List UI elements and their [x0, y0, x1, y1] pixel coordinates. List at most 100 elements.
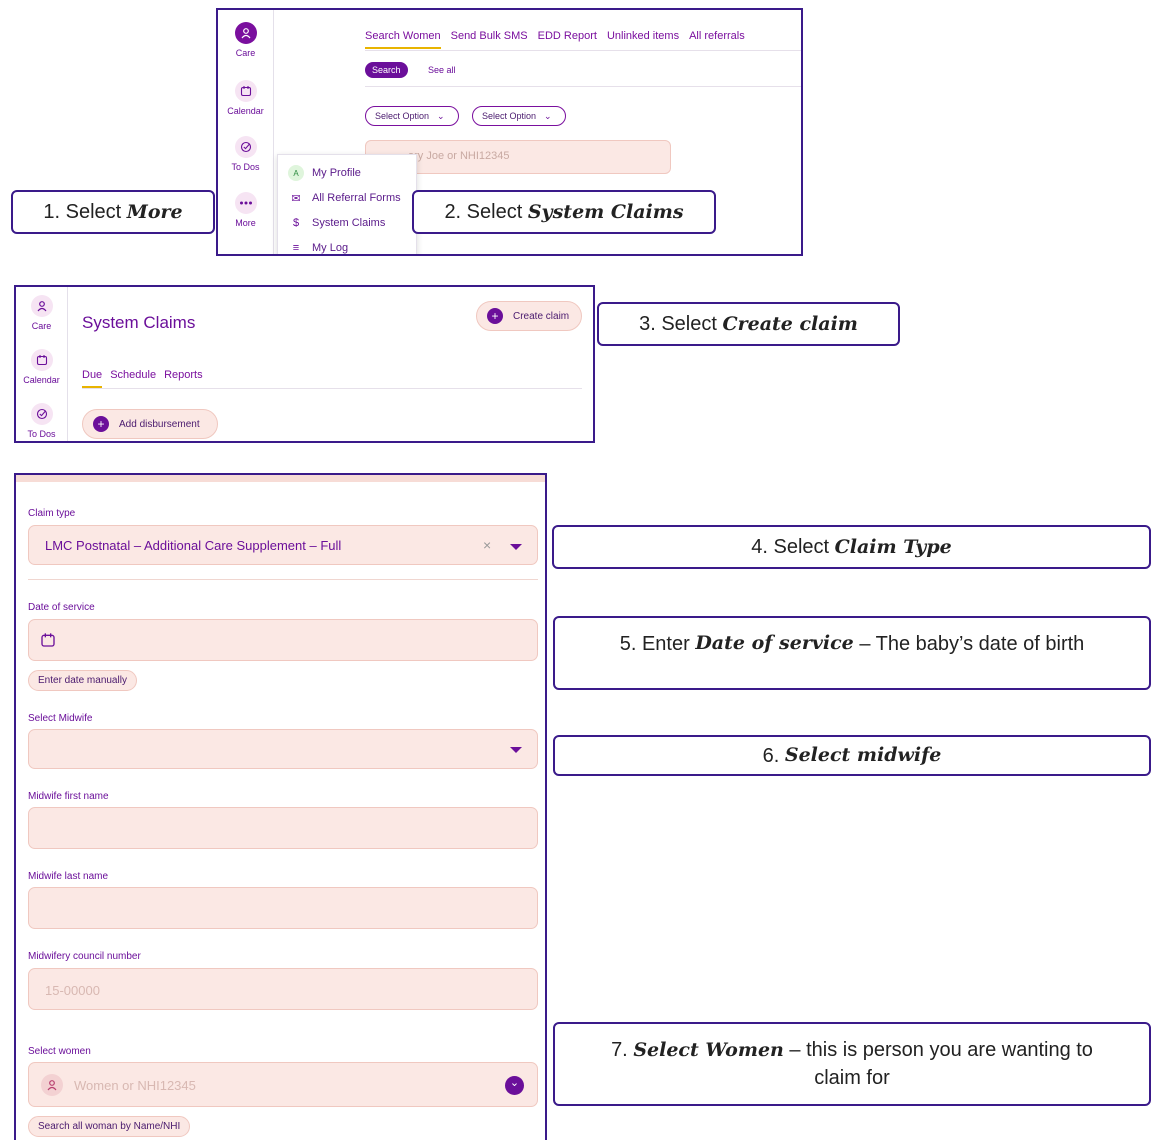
clear-icon[interactable]: × — [483, 537, 491, 553]
callout-step-1: 1. Select More — [11, 190, 215, 234]
side-nav-more[interactable]: More — [218, 192, 273, 228]
select-women-input[interactable]: Women or NHI12345 ⌄ — [28, 1062, 538, 1107]
side-nav-care[interactable]: Care — [16, 295, 67, 331]
tab-reports[interactable]: Reports — [164, 369, 203, 388]
council-placeholder: 15-00000 — [45, 983, 100, 998]
see-all-link[interactable]: See all — [428, 65, 456, 75]
callout-text: 3. Select — [639, 313, 723, 335]
midwifery-council-number-label: Midwifery council number — [28, 951, 141, 962]
midwife-first-name-input[interactable] — [28, 807, 538, 849]
side-nav-label: Care — [235, 48, 256, 58]
callout-text: 4. Select — [751, 536, 835, 558]
side-nav: Care Calendar To Dos — [16, 287, 68, 441]
enter-date-manually-button[interactable]: Enter date manually — [28, 670, 137, 691]
side-nav-calendar[interactable]: Calendar — [218, 80, 273, 116]
callout-emphasis: Select Women — [633, 1039, 784, 1061]
claim-form-panel: Claim type LMC Postnatal – Additional Ca… — [14, 473, 547, 1140]
select-midwife-dropdown[interactable] — [28, 729, 538, 769]
date-of-service-label: Date of service — [28, 602, 95, 613]
profile-initial-icon: A — [288, 165, 304, 181]
add-disbursement-button[interactable]: + Add disbursement — [82, 409, 218, 439]
midwife-last-name-input[interactable] — [28, 887, 538, 929]
calendar-icon — [30, 349, 53, 371]
care-tabs: Search Women Send Bulk SMS EDD Report Un… — [365, 30, 745, 49]
menu-item-my-profile[interactable]: A My Profile — [288, 165, 361, 181]
search-button[interactable]: Search — [365, 62, 408, 78]
plus-icon: + — [93, 416, 109, 432]
callout-text: 1. Select — [43, 201, 127, 223]
tab-search-women[interactable]: Search Women — [365, 30, 441, 49]
side-nav-calendar[interactable]: Calendar — [16, 349, 67, 385]
midwife-first-name-label: Midwife first name — [28, 791, 109, 802]
calendar-icon — [234, 80, 257, 102]
side-nav-label: More — [235, 218, 256, 228]
tabs-divider — [82, 388, 582, 389]
side-nav-label: Calendar — [227, 106, 264, 116]
chevron-down-icon: ⌄ — [544, 110, 552, 121]
side-nav: Care Calendar To Dos More — [218, 10, 274, 254]
menu-item-label: My Log — [312, 242, 349, 254]
menu-item-system-claims[interactable]: $ System Claims — [288, 215, 385, 231]
form-top-band — [16, 475, 545, 482]
menu-item-all-referral-forms[interactable]: ✉ All Referral Forms — [288, 190, 401, 206]
midwifery-council-number-input[interactable]: 15-00000 — [28, 968, 538, 1010]
menu-item-label: System Claims — [312, 217, 386, 229]
select-option-label: Select Option — [375, 111, 430, 121]
callout-line-1: 7. Select Women – this is person you are… — [611, 1036, 1093, 1064]
callout-step-2: 2. Select System Claims — [412, 190, 716, 234]
person-icon — [234, 22, 257, 44]
person-icon — [30, 295, 53, 317]
add-disbursement-label: Add disbursement — [119, 418, 200, 430]
callout-emphasis: More — [126, 200, 183, 223]
callout-text: 2. Select — [444, 201, 528, 223]
person-icon — [41, 1074, 63, 1096]
callout-text: 5. Enter — [619, 633, 696, 655]
side-nav-label: To Dos — [231, 162, 260, 172]
menu-item-my-log[interactable]: ≡ My Log — [288, 240, 349, 254]
side-nav-care[interactable]: Care — [218, 22, 273, 58]
tab-send-bulk-sms[interactable]: Send Bulk SMS — [451, 30, 528, 49]
select-women-label: Select women — [28, 1046, 91, 1057]
tab-schedule[interactable]: Schedule — [110, 369, 156, 388]
caret-down-icon — [510, 747, 522, 753]
tabs-divider — [365, 50, 801, 51]
callout-text-suffix: – this is person you are wanting to — [783, 1039, 1093, 1061]
side-nav-label: Care — [31, 321, 52, 331]
side-nav-label: Calendar — [23, 375, 60, 385]
create-claim-label: Create claim — [513, 310, 570, 322]
callout-step-5: 5. Enter Date of service – The baby’s da… — [553, 616, 1151, 690]
tab-unlinked-items[interactable]: Unlinked items — [607, 30, 679, 49]
calendar-icon[interactable] — [40, 632, 56, 653]
callout-text: 7. — [611, 1039, 634, 1061]
list-icon: ≡ — [292, 242, 300, 254]
claims-tabs: Due Schedule Reports — [82, 369, 203, 388]
claim-type-select[interactable]: LMC Postnatal – Additional Care Suppleme… — [28, 525, 538, 565]
caret-down-icon[interactable] — [510, 544, 522, 550]
callout-emphasis: Date of service — [695, 632, 854, 654]
tab-due[interactable]: Due — [82, 369, 103, 388]
select-option-dropdown-1[interactable]: Select Option ⌄ — [365, 106, 459, 126]
callout-step-3: 3. Select Create claim — [597, 302, 900, 346]
more-menu: A My Profile ✉ All Referral Forms $ Syst… — [277, 154, 417, 254]
subnav-divider — [365, 86, 801, 87]
tab-edd-report[interactable]: EDD Report — [538, 30, 597, 49]
menu-item-label: All Referral Forms — [312, 192, 401, 204]
side-nav-todos[interactable]: To Dos — [16, 403, 67, 439]
side-nav-todos[interactable]: To Dos — [218, 136, 273, 172]
search-all-woman-button[interactable]: Search all woman by Name/NHI — [28, 1116, 191, 1137]
create-claim-button[interactable]: + Create claim — [476, 301, 582, 331]
select-midwife-label: Select Midwife — [28, 713, 93, 724]
tab-all-referrals[interactable]: All referrals — [689, 30, 745, 49]
callout-emphasis: System Claims — [527, 200, 684, 223]
select-option-dropdown-2[interactable]: Select Option ⌄ — [472, 106, 566, 126]
plus-icon: + — [487, 308, 503, 324]
section-divider — [28, 579, 538, 580]
more-dots-icon — [234, 192, 257, 214]
dollar-icon: $ — [292, 217, 300, 229]
callout-emphasis: Select midwife — [784, 744, 942, 767]
claim-type-label: Claim type — [28, 508, 76, 519]
callout-text: 6. — [762, 744, 785, 767]
date-of-service-input[interactable] — [28, 619, 538, 661]
page-title: System Claims — [82, 313, 196, 332]
chevron-down-icon[interactable]: ⌄ — [505, 1076, 524, 1095]
